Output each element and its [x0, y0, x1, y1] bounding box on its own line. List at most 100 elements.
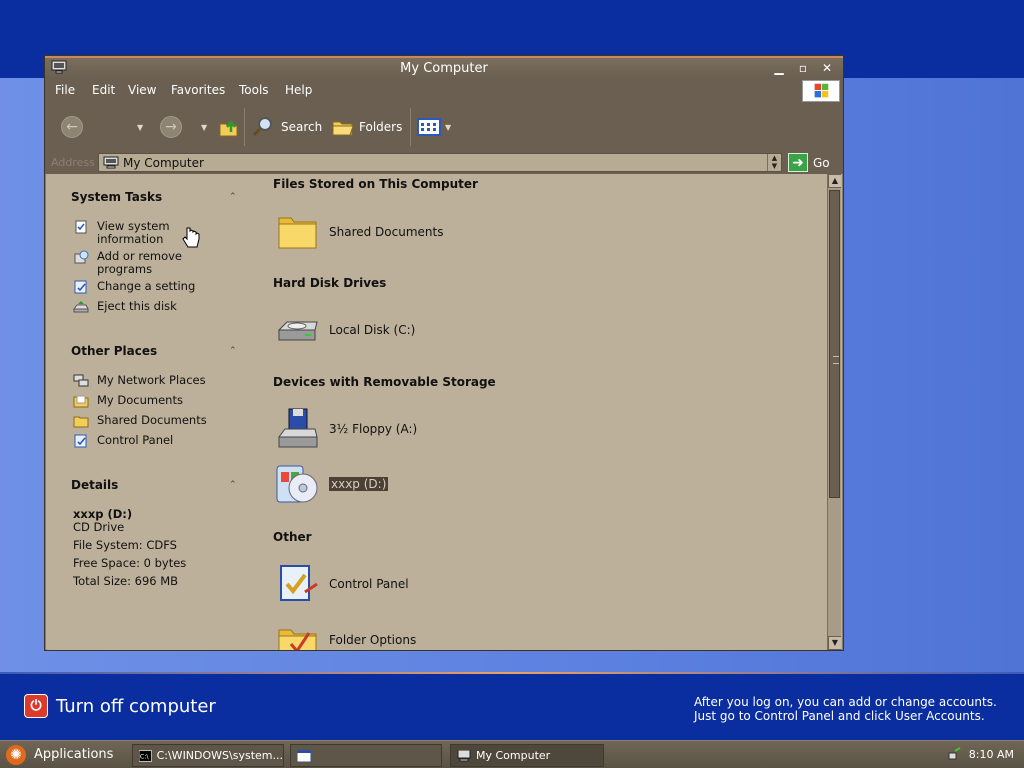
place-shared-documents[interactable]: Shared Documents [73, 414, 207, 428]
item-label: xxxp (D:) [329, 477, 389, 491]
minimize-button[interactable]: ▁ [772, 61, 786, 75]
applications-menu-button[interactable]: ✺ Applications [0, 743, 113, 766]
task-eject-this-disk[interactable]: Eject this disk [73, 300, 177, 314]
eject-icon [73, 301, 89, 313]
details-heading[interactable]: Details [71, 478, 118, 492]
search-button[interactable]: Search [251, 113, 322, 141]
task-label: information [97, 232, 164, 246]
my-computer-window: My Computer ▁ ▫ ✕ File Edit View Favorit… [44, 55, 844, 651]
task-add-remove-programs[interactable]: Add or remove programs [73, 250, 182, 276]
task-label: programs [97, 262, 153, 276]
turn-off-computer-button[interactable]: ⏻ Turn off computer [24, 694, 216, 718]
taskbar-item-cmd[interactable]: C:\ C:\WINDOWS\system... [132, 744, 284, 767]
forward-dropdown[interactable]: ▼ [197, 113, 207, 141]
title-bar[interactable]: My Computer ▁ ▫ ✕ [45, 56, 843, 78]
details-free-space: Free Space: 0 bytes [73, 556, 187, 570]
window-title: My Computer [400, 61, 488, 76]
other-places-heading[interactable]: Other Places [71, 344, 157, 358]
collapse-chevron-icon[interactable]: ⌃ [229, 192, 237, 202]
taskbar-item-my-computer[interactable]: My Computer [450, 744, 604, 767]
details-file-system: File System: CDFS [73, 538, 177, 552]
add-remove-icon [74, 250, 89, 264]
item-local-disk-c[interactable]: Local Disk (C:) [275, 308, 415, 352]
place-my-network-places[interactable]: My Network Places [73, 374, 206, 388]
forward-button[interactable]: → [160, 113, 182, 141]
item-cd-drive-d[interactable]: xxxp (D:) [275, 462, 389, 506]
menu-favorites[interactable]: Favorites [171, 83, 225, 97]
network-icon [73, 374, 89, 387]
chevron-down-icon: ▼ [137, 122, 144, 132]
address-input[interactable]: My Computer [98, 153, 782, 172]
place-control-panel[interactable]: Control Panel [73, 434, 173, 448]
system-info-icon [75, 220, 87, 234]
taskbar: ✺ Applications C:\ C:\WINDOWS\system... … [0, 740, 1024, 768]
item-label: Shared Documents [329, 225, 444, 239]
back-button[interactable]: ← [61, 113, 83, 141]
forward-arrow-icon: → [160, 116, 182, 138]
place-label: My Documents [97, 393, 183, 407]
views-icon [417, 118, 441, 136]
details-name: xxxp (D:) [73, 507, 133, 521]
views-button[interactable]: ▼ [417, 113, 451, 141]
item-label: Local Disk (C:) [329, 323, 416, 337]
collapse-chevron-icon[interactable]: ⌃ [229, 346, 237, 356]
menu-tools[interactable]: Tools [239, 83, 269, 97]
folder-icon [73, 416, 89, 428]
place-my-documents[interactable]: My Documents [73, 394, 183, 408]
go-button[interactable]: ➜ Go [788, 153, 830, 172]
taskbar-item-window[interactable] [290, 744, 442, 767]
system-tasks-heading[interactable]: System Tasks [71, 190, 162, 204]
item-shared-documents[interactable]: Shared Documents [275, 210, 443, 254]
address-bar: Address My Computer ▲ ▼ ➜ Go [45, 152, 843, 174]
address-dropdown-button[interactable]: ▲ ▼ [767, 154, 781, 171]
chevron-down-icon: ▼ [445, 122, 452, 132]
maximize-button[interactable]: ▫ [796, 61, 810, 75]
taskbar-item-label: My Computer [476, 749, 551, 762]
toolbar-separator [410, 108, 411, 146]
control-panel-icon [280, 565, 318, 601]
network-tray-icon[interactable] [948, 747, 962, 761]
folders-button[interactable]: Folders [331, 113, 402, 141]
menu-file[interactable]: File [55, 83, 75, 97]
close-button[interactable]: ✕ [820, 61, 834, 75]
turn-off-label: Turn off computer [56, 695, 216, 717]
control-panel-icon [74, 434, 87, 448]
task-view-system-information[interactable]: View system information [73, 220, 170, 246]
place-label: My Network Places [97, 373, 206, 387]
folder-options-icon [278, 629, 317, 650]
windows-logo-icon [802, 80, 840, 102]
address-value: My Computer [123, 155, 204, 170]
vertical-scrollbar[interactable]: ▲ ▼ [827, 174, 841, 650]
computer-icon [103, 156, 119, 169]
logon-message: After you log on, you can add or change … [694, 695, 997, 723]
cd-drive-icon [276, 465, 318, 503]
menu-view[interactable]: View [128, 83, 156, 97]
place-label: Shared Documents [97, 413, 207, 427]
go-label: Go [813, 155, 830, 170]
my-documents-icon [73, 395, 89, 408]
scroll-thumb[interactable] [829, 190, 840, 498]
task-label: Change a setting [97, 279, 196, 293]
item-control-panel[interactable]: Control Panel [275, 562, 409, 606]
logon-message-line2: Just go to Control Panel and click User … [694, 709, 985, 723]
up-folder-button[interactable] [218, 113, 240, 141]
scroll-up-button[interactable]: ▲ [828, 174, 841, 188]
toolbar-separator [244, 108, 245, 146]
task-change-a-setting[interactable]: Change a setting [73, 280, 195, 294]
power-icon: ⏻ [24, 694, 48, 718]
collapse-chevron-icon[interactable]: ⌃ [229, 480, 237, 490]
menu-help[interactable]: Help [285, 83, 312, 97]
ubuntu-logo-icon: ✺ [6, 744, 26, 765]
item-folder-options[interactable]: Folder Options [275, 618, 416, 650]
menu-edit[interactable]: Edit [92, 83, 115, 97]
back-dropdown[interactable]: ▼ [133, 113, 143, 141]
clock: 8:10 AM [968, 748, 1014, 761]
applications-label: Applications [34, 747, 114, 762]
address-label: Address [51, 156, 95, 169]
go-arrow-icon: ➜ [788, 153, 808, 172]
item-floppy-a[interactable]: 3½ Floppy (A:) [275, 407, 417, 451]
folders-icon [332, 121, 354, 136]
back-arrow-icon: ← [61, 116, 83, 138]
svg-text:C:\: C:\ [140, 753, 150, 760]
scroll-down-button[interactable]: ▼ [828, 636, 841, 650]
